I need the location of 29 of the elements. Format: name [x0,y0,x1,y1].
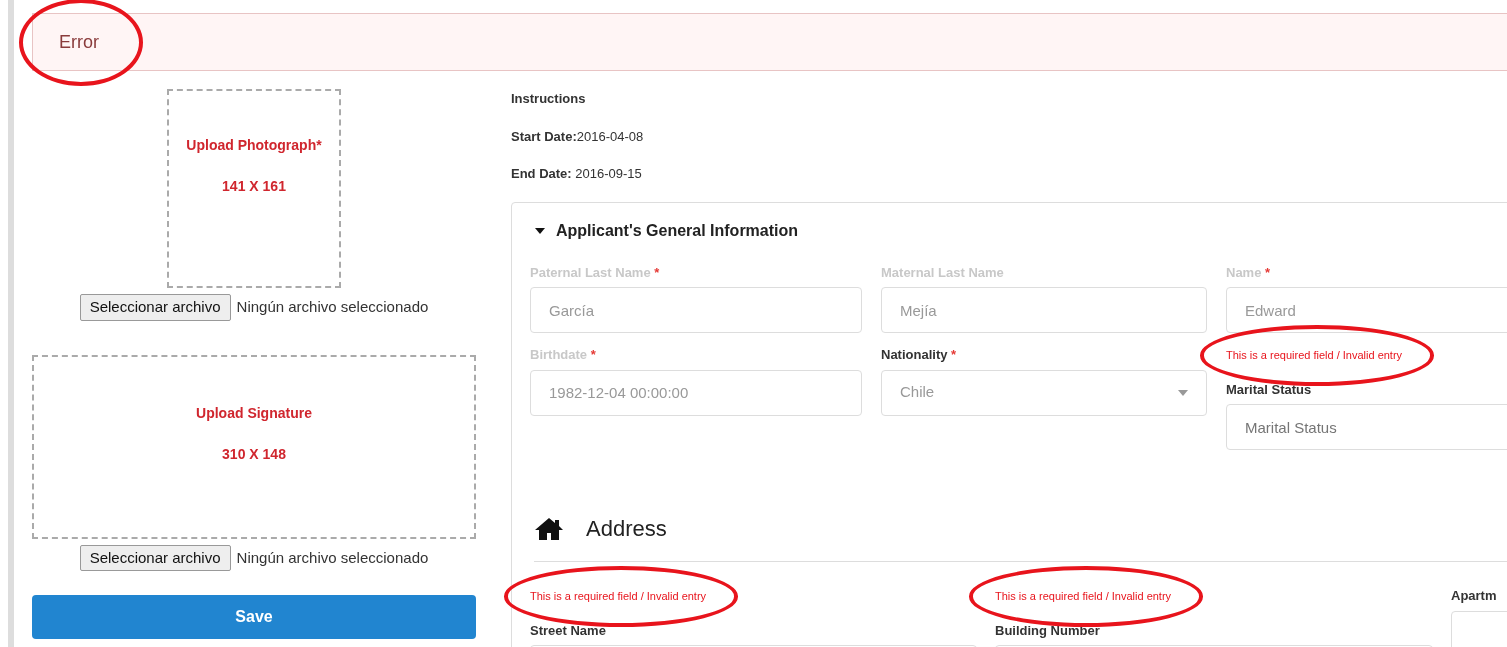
photo-drop-area[interactable]: Upload Photograph* 141 X 161 [167,89,341,288]
upload-size: 310 X 148 [222,444,286,464]
error-title: Error [59,31,99,52]
upload-size: 141 X 161 [222,177,286,196]
upload-title: Upload Signature [196,403,312,423]
section-header[interactable]: Applicant's General Information [534,218,1507,243]
file-status: Ningún archivo seleccionado [236,297,429,317]
instructions-heading: Instructions [511,90,587,108]
choose-file-button[interactable]: Seleccionar archivo [79,294,231,321]
file-status: Ningún archivo seleccionado [236,547,429,568]
dropdown-caret-icon [1178,389,1188,396]
section-title: Address [586,515,667,543]
nationality-select[interactable]: Chile [881,369,1207,416]
field-label: Nationality * [881,346,957,364]
date-line: Start Date:2016-04-08 [511,127,645,146]
upload-title: Upload Photograph* [186,136,322,155]
field-label: Street Name [530,621,606,640]
input-field[interactable]: Marital Status [1226,404,1507,450]
signature-drop-area[interactable]: Upload Signature 310 X 148 [32,354,476,539]
error-message: This is a required field / Invalid entry [995,589,1172,604]
save-button[interactable]: Save [32,595,476,639]
home-icon [534,516,564,541]
error-message: This is a required field / Invalid entry [1226,348,1403,363]
field-label: Building Number [995,621,1100,640]
date-line: End Date: 2016-09-15 [511,165,643,183]
error-message: This is a required field / Invalid entry [530,589,707,604]
choose-file-button[interactable]: Seleccionar archivo [79,544,231,571]
field-label: Marital Status [1226,380,1312,399]
field-label: Apartm [1451,587,1497,605]
